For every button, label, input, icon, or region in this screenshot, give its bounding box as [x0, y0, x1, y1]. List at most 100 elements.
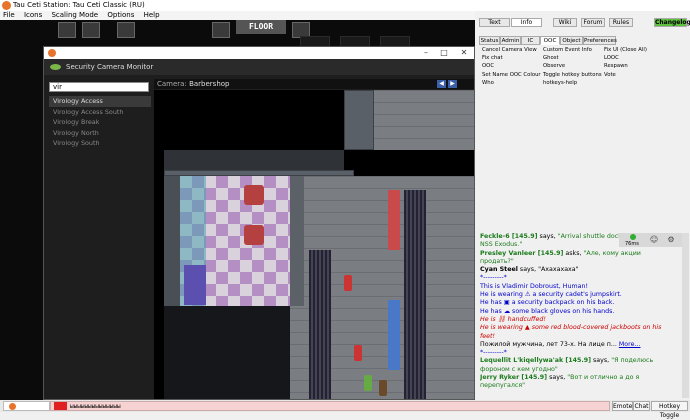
camera-list-item[interactable]: Virology Break — [49, 117, 151, 128]
cmd-toggle-hotkey-buttons[interactable]: Toggle hotkey buttons — [543, 71, 602, 79]
menu-options[interactable]: Options — [107, 11, 134, 19]
monitor-title: Security Camera Monitor — [66, 63, 154, 71]
cmd-who[interactable]: Who — [482, 79, 494, 87]
chat-line: Cyan Steel says, "Ахахахаха" — [480, 266, 579, 274]
tab-info[interactable]: Info — [511, 18, 542, 27]
cmd-ghost[interactable]: Ghost — [543, 54, 559, 62]
cmd-fix-chat[interactable]: Fix chat — [482, 54, 503, 62]
menu-help[interactable]: Help — [144, 11, 160, 19]
close-icon[interactable]: ✕ — [454, 47, 474, 59]
cmd-ooc[interactable]: OOC — [482, 62, 494, 70]
chat-mode-box[interactable] — [3, 401, 50, 411]
top-tabs: Text Info Wiki Forum Rules Changelog — [477, 18, 690, 28]
chat-line: He has ☁ some black gloves on his hands. — [480, 307, 615, 315]
clear-input-button[interactable] — [54, 402, 67, 410]
wall — [344, 90, 374, 150]
chat-line: He has ▣ a security backpack on his back… — [480, 299, 615, 307]
blue-door — [388, 300, 400, 370]
grate — [404, 190, 426, 399]
hud-button[interactable] — [212, 22, 230, 38]
chat-toolbar: 76ms ☺ ⚙ — [619, 233, 689, 247]
maximize-icon[interactable]: □ — [434, 47, 454, 59]
red-door — [388, 190, 400, 250]
character[interactable] — [379, 380, 387, 396]
cmd-custom-event-info[interactable]: Custom Event Info — [543, 46, 592, 54]
tab-status[interactable]: Status — [479, 36, 500, 45]
cmd-vote[interactable]: Vote — [604, 71, 616, 79]
character[interactable] — [354, 345, 362, 361]
stat-tabs: Status Admin IC OOC Object Preferences — [477, 36, 690, 45]
tab-forum[interactable]: Forum — [581, 18, 605, 27]
gear-icon[interactable]: ⚙ — [666, 235, 676, 245]
chat-mode-icon — [9, 403, 16, 410]
hotkey-toggle-button[interactable]: Hotkey Toggle — [651, 401, 688, 419]
chat-line: feet! — [480, 332, 495, 340]
cmd-observe[interactable]: Observe — [543, 62, 565, 70]
camera-search-input[interactable]: vir — [49, 82, 149, 92]
camera-header: Camera: Barbershop — [154, 79, 474, 89]
vending-machine — [184, 265, 206, 305]
camera-label: Camera: — [157, 80, 187, 88]
camera-list-item[interactable]: Virology South — [49, 138, 151, 149]
ping-value: 76ms — [625, 241, 639, 247]
next-camera-button[interactable]: ▶ — [448, 80, 457, 88]
chat-line: Jerry Ryker [145.9] says, "Вот и отлично… — [480, 374, 640, 382]
character[interactable] — [364, 375, 372, 391]
tab-ic[interactable]: IC — [521, 36, 540, 45]
chat-line: He is wearing ▲ some red blood-covered j… — [480, 324, 662, 332]
menu-icons[interactable]: Icons — [24, 11, 42, 19]
window-title: Tau Ceti Station: Tau Ceti Classic (RU) — [13, 1, 145, 9]
dark-area — [164, 306, 290, 399]
tab-preferences[interactable]: Preferences — [583, 36, 617, 45]
chat-line: This is Vladimir Dobroust, Human! — [480, 282, 589, 290]
tab-text[interactable]: Text — [479, 18, 510, 27]
tab-changelog[interactable]: Changelog — [654, 18, 690, 27]
more-link[interactable]: More... — [619, 341, 641, 348]
camera-list-item[interactable]: Virology Access — [49, 96, 151, 107]
camera-list: Virology Access Virology Access South Vi… — [49, 96, 151, 149]
chat-line: Пожилой мужчина, лет 73-х. На лице п... … — [480, 340, 641, 348]
camera-list-item[interactable]: Virology North — [49, 128, 151, 139]
emoji-icon[interactable]: ☺ — [649, 235, 659, 245]
window-titlebar: Tau Ceti Station: Tau Ceti Classic (RU) — [0, 0, 690, 11]
minimize-icon[interactable]: – — [416, 47, 436, 59]
chat-line: продать?" — [480, 257, 514, 265]
barber-chair — [244, 225, 264, 245]
hud-button[interactable] — [58, 22, 76, 38]
chat-line: Presley Vanleer [145.9] asks, "Але, кому… — [480, 249, 641, 257]
cmd-cancel-camera-view[interactable]: Cancel Camera View — [482, 46, 537, 54]
app-icon — [48, 49, 56, 57]
cmd-fix-ui[interactable]: Fix UI (Close All) — [604, 46, 647, 54]
hud-button[interactable] — [82, 22, 100, 38]
tab-wiki[interactable]: Wiki — [553, 18, 577, 27]
chat-line: He is wearing ⚠ a security cadet's jumps… — [480, 291, 622, 299]
camera-view[interactable] — [154, 90, 474, 399]
tab-rules[interactable]: Rules — [609, 18, 633, 27]
menu-file[interactable]: File — [3, 11, 15, 19]
tab-admin[interactable]: Admin — [500, 36, 521, 45]
camera-list-item[interactable]: Virology Access South — [49, 107, 151, 118]
wall — [290, 176, 304, 306]
command-input-value: ыыыыыыыыыыыыыы — [70, 403, 121, 410]
prev-camera-button[interactable]: ◀ — [437, 80, 446, 88]
eye-icon — [50, 64, 61, 70]
chat-button[interactable]: Chat — [633, 401, 650, 411]
command-input[interactable]: ыыыыыыыыыыыыыы — [50, 401, 610, 411]
chat-log: Feckle-6 [145.9] says, "Arrival shuttle … — [480, 233, 685, 398]
cmd-respawn[interactable]: Respawn — [604, 62, 628, 70]
command-grid: Cancel Camera View Custom Event Info Fix… — [480, 46, 688, 87]
hud-button[interactable] — [117, 22, 135, 38]
barber-chair — [244, 185, 264, 205]
chat-scrollbar[interactable] — [682, 233, 689, 398]
chat-line: перепугался" — [480, 382, 526, 390]
emote-button[interactable]: Emote — [612, 401, 633, 411]
cmd-looc[interactable]: LOOC — [604, 54, 619, 62]
tab-ooc[interactable]: OOC — [540, 36, 560, 45]
camera-name: Barbershop — [189, 80, 230, 88]
tab-object[interactable]: Object — [560, 36, 583, 45]
cmd-set-name-ooc-colour[interactable]: Set Name OOC Colour — [482, 71, 541, 79]
floor-indicator: FLOOR — [236, 20, 286, 34]
menu-scaling-mode[interactable]: Scaling Mode — [51, 11, 98, 19]
character[interactable] — [344, 275, 352, 291]
cmd-hotkeys-help[interactable]: hotkeys-help — [543, 79, 577, 87]
